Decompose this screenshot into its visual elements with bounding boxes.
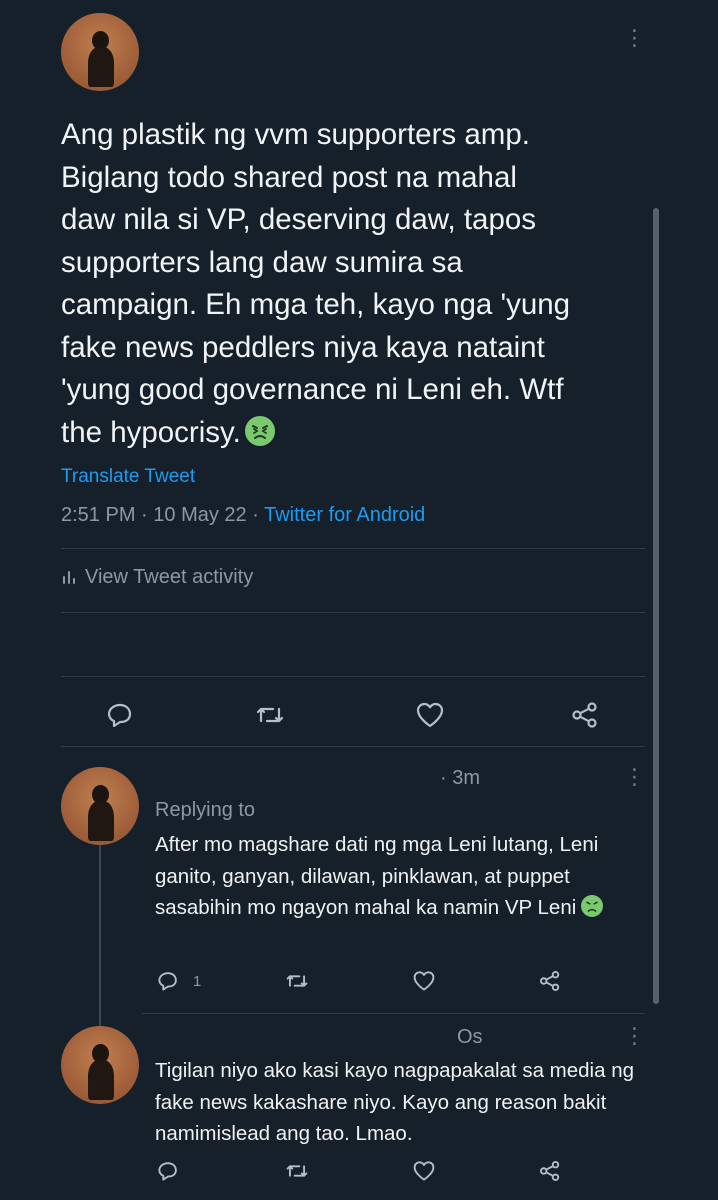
divider — [61, 676, 645, 677]
avatar[interactable] — [61, 1026, 139, 1104]
reply-body: Tigilan niyo ako kasi kayo nagpapakalat … — [155, 1055, 635, 1150]
tweet-meta: 2:51 PM · 10 May 22 · Twitter for Androi… — [61, 504, 425, 527]
reply-timestamp: · 3m — [440, 767, 480, 789]
meta-separator: · — [252, 504, 259, 526]
avatar[interactable] — [61, 767, 139, 845]
scrollbar[interactable] — [653, 208, 659, 1004]
reply-icon[interactable] — [157, 970, 179, 992]
avatar-figure-body — [88, 801, 114, 841]
reply-body: After mo magshare dati ng mga Leni lutan… — [155, 829, 635, 924]
meta-separator: · — [141, 504, 148, 526]
nauseated-face-icon — [245, 415, 276, 446]
translate-tweet-link[interactable]: Translate Tweet — [61, 466, 195, 488]
divider — [61, 746, 645, 747]
like-heart-icon[interactable] — [415, 701, 445, 729]
reply-icon[interactable] — [106, 701, 134, 729]
divider — [142, 1013, 645, 1014]
tweet-text: Ang plastik ng vvm supporters amp. Bigla… — [61, 118, 571, 449]
reply-count: 1 — [193, 973, 202, 990]
replying-to-label: Replying to — [155, 799, 256, 821]
retweet-icon[interactable] — [255, 701, 285, 729]
avatar-figure-body — [88, 47, 114, 87]
more-options-icon[interactable]: ⋮ — [623, 765, 648, 790]
tweet-time: 2:51 PM — [61, 504, 136, 526]
divider — [61, 612, 645, 613]
more-options-icon[interactable]: ⋮ — [623, 26, 648, 51]
reply-timestamp: Os — [457, 1026, 483, 1048]
tweet-body: Ang plastik ng vvm supporters amp. Bigla… — [61, 114, 661, 454]
avatar[interactable] — [61, 13, 139, 91]
reply-icon[interactable] — [157, 1160, 179, 1182]
reply-text: Tigilan niyo ako kasi kayo nagpapakalat … — [155, 1059, 635, 1145]
tweet-date: 10 May 22 — [153, 504, 247, 526]
activity-chart-icon — [61, 567, 77, 591]
nauseated-face-icon — [580, 895, 603, 917]
divider — [61, 548, 645, 549]
view-tweet-activity-button[interactable]: View Tweet activity — [61, 566, 253, 591]
retweet-icon[interactable] — [285, 1160, 309, 1182]
thread-line — [99, 843, 101, 1028]
retweet-icon[interactable] — [285, 970, 309, 992]
share-icon[interactable] — [570, 701, 600, 729]
tweet-source-link[interactable]: Twitter for Android — [264, 504, 425, 526]
reply-text: After mo magshare dati ng mga Leni lutan… — [155, 833, 599, 919]
like-heart-icon[interactable] — [412, 1160, 436, 1182]
view-tweet-activity-label: View Tweet activity — [85, 566, 254, 588]
more-options-icon[interactable]: ⋮ — [623, 1024, 648, 1049]
like-heart-icon[interactable] — [412, 970, 436, 992]
share-icon[interactable] — [538, 1160, 562, 1182]
avatar-figure-body — [88, 1060, 114, 1100]
share-icon[interactable] — [538, 970, 562, 992]
